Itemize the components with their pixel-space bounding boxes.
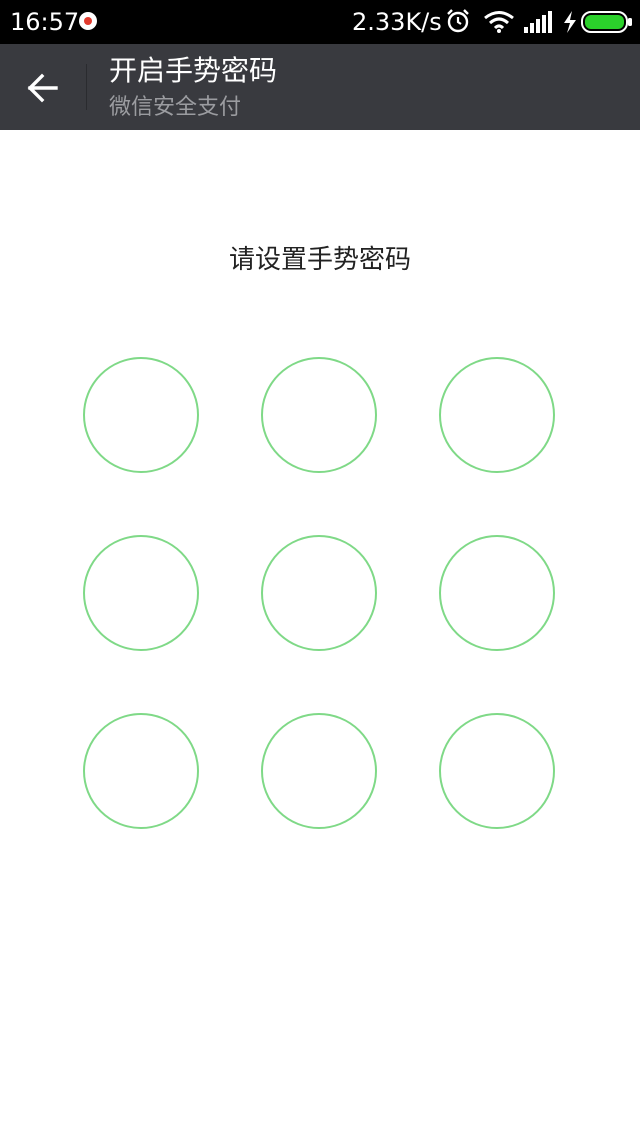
app-bar-divider: [86, 64, 87, 110]
page-title: 开启手势密码: [109, 54, 278, 87]
pattern-node-6[interactable]: [439, 535, 555, 651]
gesture-prompt: 请设置手势密码: [228, 245, 411, 275]
wifi-icon: [484, 11, 514, 33]
pattern-node-1[interactable]: [83, 357, 199, 473]
signal-icon: [524, 11, 552, 33]
charging-icon: [564, 11, 576, 33]
app-bar: 开启手势密码 微信安全支付: [0, 44, 640, 130]
back-button[interactable]: [18, 66, 68, 110]
arrow-left-icon: [27, 73, 58, 103]
pattern-node-9[interactable]: [439, 713, 555, 829]
page-subtitle: 微信安全支付: [109, 95, 242, 120]
pattern-node-5[interactable]: [261, 535, 377, 651]
pattern-node-4[interactable]: [83, 535, 199, 651]
status-bar: 16:57 2.33K/s: [0, 0, 640, 44]
app-notification-icon: [79, 12, 97, 30]
network-speed: 2.33K/s: [352, 8, 442, 36]
pattern-node-8[interactable]: [261, 713, 377, 829]
pattern-node-7[interactable]: [83, 713, 199, 829]
pattern-node-3[interactable]: [439, 357, 555, 473]
pattern-node-2[interactable]: [261, 357, 377, 473]
status-time: 16:57: [10, 8, 80, 36]
alarm-icon: [447, 9, 469, 33]
battery-icon: [581, 11, 632, 33]
